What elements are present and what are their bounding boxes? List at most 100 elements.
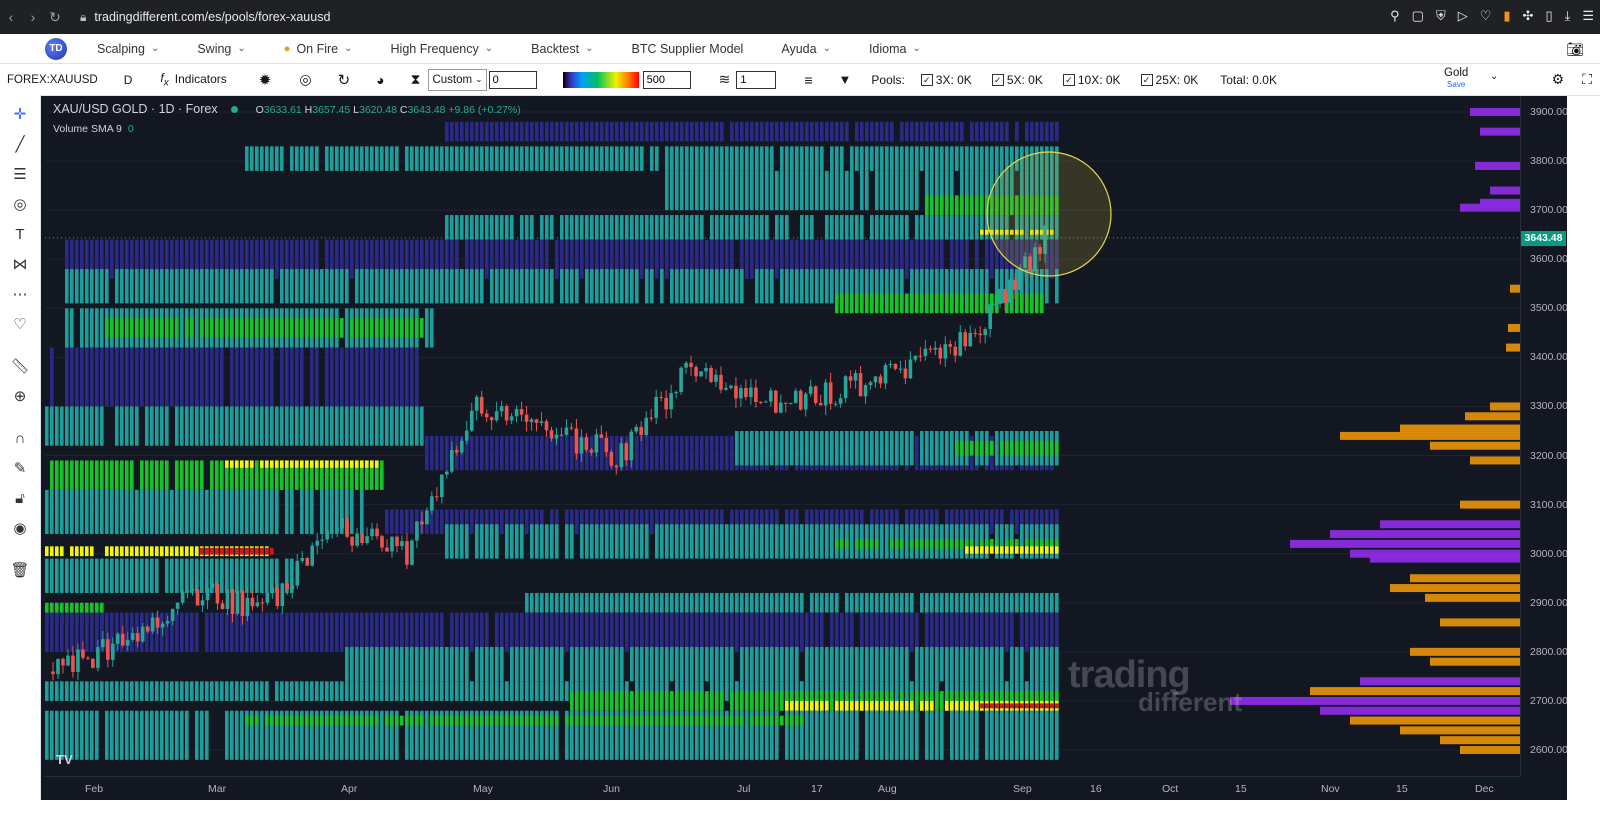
heatmap-cell [60, 681, 64, 701]
heatmap-cell [265, 347, 269, 407]
menu-backtest[interactable]: Backtest ⌄ [531, 42, 593, 56]
heatmap-cell [735, 269, 739, 304]
heatmap-chart[interactable] [45, 96, 1520, 776]
heatmap-cell [800, 700, 804, 711]
camera-icon[interactable]: 📷︎ [1566, 41, 1584, 58]
heatmap-cell [855, 146, 859, 171]
asset-select[interactable]: Gold Save [1444, 67, 1468, 91]
pool-10x-toggle[interactable]: ✓ 10X: 0K [1062, 73, 1121, 87]
heatmap-cell [950, 646, 954, 682]
gear-icon[interactable]: ⚙ [1552, 71, 1565, 88]
menu-on-fire[interactable]: ● On Fire ⌄ [284, 42, 353, 56]
menu-icon[interactable]: ☰ [1582, 8, 1594, 24]
candle-body [624, 443, 629, 461]
heatmap-cell [1010, 612, 1014, 652]
layers-icon[interactable]: ≋ [719, 71, 731, 88]
magnet-icon[interactable]: ∩ [8, 428, 32, 450]
indicators-button[interactable]: fx Indicators [160, 71, 226, 88]
hourglass-icon[interactable]: ⧗ [411, 71, 421, 88]
trend-line-icon[interactable]: ╱ [8, 134, 32, 156]
pin-icon[interactable]: ⚲ [1390, 8, 1400, 24]
zoom-in-icon[interactable]: ⊕ [8, 386, 32, 408]
menu-scalping[interactable]: Scalping ⌄ [97, 42, 159, 56]
candle-body [813, 386, 818, 403]
pool-3x-toggle[interactable]: ✓ 3X: 0K [920, 72, 972, 87]
screenshot-icon[interactable]: ▢ [1412, 8, 1424, 24]
heart-icon[interactable]: ♡ [1480, 8, 1492, 24]
pool-3x-label: 3X: 0K [935, 72, 972, 87]
refresh-icon[interactable]: ↻ [338, 71, 351, 89]
heatmap-cell [205, 681, 209, 701]
time-axis[interactable]: Feb Mar Apr May Jun Jul 17 Aug Sep 16 Oct 15 Nov 15 De… [45, 776, 1520, 801]
download-icon[interactable]: ⤓ [1565, 8, 1571, 24]
pencil-lock-icon[interactable]: ✎ [8, 458, 32, 480]
reload-icon[interactable]: ↻ [44, 9, 66, 26]
sidebar-icon[interactable]: ▯ [1545, 8, 1552, 24]
price-axis[interactable]: 3900.00 3800.00 3700.00 3600.00 3500.00 3400.… [1520, 96, 1568, 776]
address-bar[interactable]: tradingdifferent.com/es/pools/forex-xauu… [94, 10, 330, 24]
menu-btc-supplier-model[interactable]: BTC Supplier Model [631, 42, 743, 56]
crosshair-icon[interactable]: ✛ [8, 104, 32, 126]
candle-body [345, 518, 349, 537]
range-input[interactable] [488, 70, 537, 89]
heatmap-cell [310, 715, 314, 726]
menu-swing[interactable]: Swing ⌄ [197, 42, 245, 56]
layer-input[interactable] [736, 70, 777, 89]
heatmap-cell [105, 710, 109, 760]
hide-icon[interactable]: ◎ [299, 71, 311, 88]
heatmap-cell [745, 592, 749, 613]
heatmap-cell [160, 347, 164, 407]
back-icon[interactable]: ‹ [0, 9, 22, 25]
palette-icon[interactable]: ◕ [376, 72, 384, 88]
trash-icon[interactable]: 🗑︎ [8, 560, 32, 582]
menu-ayuda[interactable]: Ayuda ⌄ [781, 42, 831, 56]
tradingview-logo-icon[interactable]: TV [56, 752, 73, 767]
candle-body [245, 597, 250, 616]
heatmap-cell [410, 269, 414, 304]
heatmap-cell [915, 215, 919, 240]
flag-icon[interactable]: ▮ [1503, 8, 1510, 24]
volume-profile-bar [1510, 284, 1520, 293]
heatmap-cell [200, 318, 204, 338]
unlock-icon[interactable]: 🔓︎ [8, 488, 32, 510]
ruler-icon[interactable]: 📏︎ [8, 356, 32, 378]
fib-tool-icon[interactable]: ⋯ [8, 284, 32, 306]
color-gradient-scale[interactable] [562, 71, 639, 88]
play-icon[interactable]: ▷ [1458, 8, 1468, 24]
pools-total: Total: 0.0K [1220, 72, 1277, 87]
pattern-tool-icon[interactable]: ⋈ [8, 254, 32, 276]
settings-sun-icon[interactable]: ✹ [259, 71, 272, 89]
shield-icon[interactable]: ⛨ [1436, 8, 1446, 24]
text-tool-icon[interactable]: T [8, 224, 32, 246]
puzzle-icon[interactable]: ✣ [1523, 8, 1534, 24]
heart-icon[interactable]: ♡ [8, 314, 32, 336]
filter-icon[interactable]: ▼ [839, 72, 852, 87]
heatmap-cell [795, 700, 799, 711]
menu-idioma[interactable]: Idioma ⌄ [869, 42, 921, 56]
site-logo-icon[interactable]: TD [45, 37, 67, 60]
heatmap-cell [75, 406, 79, 446]
heatmap-cell [430, 681, 434, 701]
pool-5x-toggle[interactable]: ✓ 5X: 0K [991, 73, 1043, 87]
heatmap-cell [185, 681, 189, 701]
gradient-input[interactable] [642, 70, 691, 89]
heatmap-cell [705, 715, 709, 726]
circle-tool-icon[interactable]: ◎ [8, 194, 32, 216]
align-right-icon[interactable]: ≡ [804, 72, 812, 88]
fullscreen-icon[interactable]: ⛶ [1582, 71, 1592, 88]
eye-icon[interactable]: ◉ [8, 518, 32, 540]
range-select[interactable]: Custom ⌄ [428, 68, 487, 91]
pool-25x-toggle[interactable]: ✓ 25X: 0K [1140, 73, 1198, 87]
chevron-down-icon[interactable]: ⌄ [1490, 71, 1498, 82]
heatmap-cell [380, 406, 384, 446]
horizontal-lines-icon[interactable]: ☰ [8, 164, 32, 186]
chart-pane[interactable] [45, 96, 1520, 776]
heatmap-cell [715, 269, 719, 304]
heatmap-cell [1055, 121, 1059, 142]
heatmap-cell [780, 715, 784, 726]
menu-high-frequency[interactable]: High Frequency ⌄ [391, 42, 494, 56]
interval-button[interactable]: D [124, 73, 133, 87]
symbol-search[interactable]: FOREX:XAUUSD [7, 74, 98, 86]
candle-body [699, 371, 703, 377]
forward-icon[interactable]: › [22, 9, 44, 25]
